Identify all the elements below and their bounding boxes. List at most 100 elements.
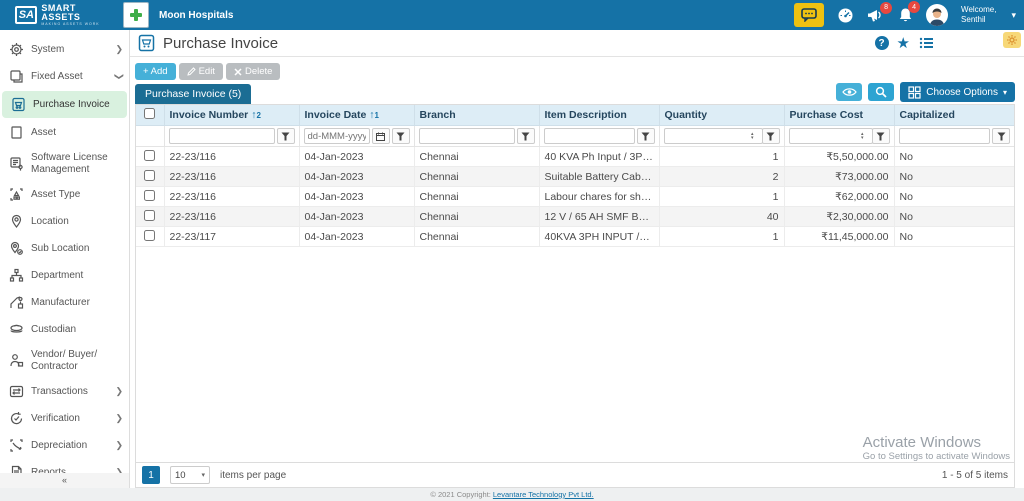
col-item-description[interactable]: Item Description — [539, 105, 659, 126]
table-row[interactable]: 22-23/116 04-Jan-2023 Chennai 40 KVA Ph … — [136, 147, 1014, 167]
company-link[interactable]: Levantare Technology Pvt Ltd. — [493, 490, 594, 499]
funnel-icon — [521, 132, 530, 141]
profile-caret-icon[interactable]: ▾ — [1011, 10, 1016, 21]
sidebar-item-location[interactable]: Location — [0, 208, 129, 235]
col-purchase-cost[interactable]: Purchase Cost — [784, 105, 894, 126]
row-checkbox[interactable] — [144, 210, 155, 221]
calendar-icon — [376, 132, 385, 141]
welcome-text: Welcome, Senthil — [961, 5, 996, 24]
edit-button[interactable]: Edit — [179, 63, 223, 80]
sidebar-item-depreciation[interactable]: Depreciation ❯ — [0, 432, 129, 459]
brand-line2: ASSETS — [41, 13, 99, 22]
depreciation-icon — [9, 438, 24, 453]
sidebar-item-purchase-invoice[interactable]: Purchase Invoice — [2, 91, 127, 118]
col-invoice-date[interactable]: Invoice Date ↑1 — [299, 105, 414, 126]
tab-purchase-invoice[interactable]: Purchase Invoice (5) — [135, 84, 251, 104]
avatar-image — [927, 6, 947, 26]
select-all-checkbox[interactable] — [144, 108, 155, 119]
capitalized-filter-input[interactable] — [899, 128, 991, 144]
col-invoice-number[interactable]: Invoice Number ↑2 — [164, 105, 299, 126]
table-row[interactable]: 22-23/116 04-Jan-2023 Chennai Labour cha… — [136, 187, 1014, 207]
sidebar-item-manufacturer[interactable]: Manufacturer — [0, 289, 129, 316]
smart-assets-logo[interactable]: SA SMART ASSETS MAKING ASSETS WORK — [0, 0, 115, 30]
item-description-filter-button[interactable] — [637, 128, 655, 144]
avatar[interactable] — [926, 4, 948, 26]
page-size-select[interactable]: 10 ▾ — [170, 466, 210, 484]
transactions-icon — [9, 384, 24, 399]
view-button[interactable] — [836, 83, 862, 101]
date-picker-button[interactable] — [372, 128, 390, 144]
chat-button[interactable] — [794, 3, 824, 27]
location-pin-icon — [9, 214, 24, 229]
branch-filter-button[interactable] — [517, 128, 535, 144]
sidebar-item-custodian[interactable]: Custodian — [0, 316, 129, 343]
table-row[interactable]: 22-23/116 04-Jan-2023 Chennai Suitable B… — [136, 167, 1014, 187]
capitalized-filter-button[interactable] — [992, 128, 1010, 144]
sidebar-item-transactions[interactable]: Transactions ❯ — [0, 378, 129, 405]
quantity-filter-input[interactable] — [664, 128, 763, 144]
reports-icon — [9, 465, 24, 473]
footer: © 2021 Copyright: Levantare Technology P… — [0, 488, 1024, 501]
grid-options-icon — [908, 86, 921, 99]
org-chart-icon — [9, 268, 24, 283]
eye-icon — [842, 87, 857, 97]
branch-filter-input[interactable] — [419, 128, 515, 144]
choose-options-button[interactable]: Choose Options ▾ — [900, 82, 1015, 102]
caret-down-icon: ▾ — [1003, 88, 1007, 97]
sidebar-item-asset-type[interactable]: Asset Type — [0, 181, 129, 208]
help-button[interactable]: ? — [875, 36, 889, 50]
purchase-cost-filter-button[interactable] — [872, 128, 890, 144]
row-checkbox[interactable] — [144, 230, 155, 241]
layers-icon — [9, 69, 24, 84]
sidebar-item-vendor[interactable]: Vendor/ Buyer/ Contractor — [0, 343, 129, 378]
delete-x-icon — [234, 68, 242, 76]
custodian-icon — [9, 322, 24, 337]
delete-button[interactable]: Delete — [226, 63, 280, 80]
sidebar-collapse-button[interactable]: « — [0, 473, 129, 488]
row-checkbox[interactable] — [144, 190, 155, 201]
favorite-star-icon[interactable]: ★ — [897, 34, 910, 52]
manufacturer-icon — [9, 295, 24, 310]
grid-empty-area — [135, 247, 1015, 462]
table-row[interactable]: 22-23/116 04-Jan-2023 Chennai 12 V / 65 … — [136, 207, 1014, 227]
sub-location-icon — [9, 241, 24, 256]
sidebar-item-system[interactable]: System ❯ — [0, 36, 129, 63]
col-branch[interactable]: Branch — [414, 105, 539, 126]
quantity-stepper[interactable]: ▴▾ — [751, 132, 754, 140]
sidebar-item-software-license[interactable]: Software License Management — [0, 146, 129, 181]
sidebar-item-sub-location[interactable]: Sub Location — [0, 235, 129, 262]
col-capitalized[interactable]: Capitalized — [894, 105, 1014, 126]
announcements-button[interactable]: 8 — [867, 8, 885, 23]
sa-logo-mark: SA — [15, 6, 37, 24]
purchase-invoice-icon — [11, 97, 26, 112]
add-button[interactable]: + Add — [135, 63, 176, 80]
col-quantity[interactable]: Quantity — [659, 105, 784, 126]
invoice-number-filter-button[interactable] — [277, 128, 295, 144]
funnel-icon — [281, 132, 290, 141]
page-header: Purchase Invoice ? ★ — [130, 30, 1024, 57]
sidebar-item-asset[interactable]: Asset — [0, 119, 129, 146]
purchase-cost-stepper[interactable]: ▴▾ — [861, 132, 864, 140]
search-button[interactable] — [868, 83, 894, 101]
items-per-page-label: items per page — [220, 470, 286, 481]
notifications-button[interactable]: 4 — [898, 7, 913, 23]
table-row[interactable]: 22-23/117 04-Jan-2023 Chennai 40KVA 3PH … — [136, 227, 1014, 247]
sidebar-item-reports[interactable]: Reports ❯ — [0, 459, 129, 473]
invoice-date-filter-button[interactable] — [392, 128, 410, 144]
row-checkbox[interactable] — [144, 170, 155, 181]
quantity-filter-button[interactable] — [762, 128, 780, 144]
sidebar-item-department[interactable]: Department — [0, 262, 129, 289]
page-1-button[interactable]: 1 — [142, 466, 160, 484]
sidebar-item-fixed-asset[interactable]: Fixed Asset ❯ — [0, 63, 129, 90]
sidebar-item-verification[interactable]: Verification ❯ — [0, 405, 129, 432]
item-description-filter-input[interactable] — [544, 128, 635, 144]
settings-gear-button[interactable] — [1003, 32, 1021, 48]
moon-hospitals-logo — [123, 2, 149, 28]
video-list-icon[interactable] — [918, 36, 934, 50]
announcements-badge: 8 — [880, 2, 892, 14]
dashboard-button[interactable] — [837, 7, 854, 24]
row-checkbox[interactable] — [144, 150, 155, 161]
invoice-number-filter-input[interactable] — [169, 128, 275, 144]
search-icon — [875, 86, 887, 98]
invoice-date-filter-input[interactable] — [304, 128, 370, 144]
